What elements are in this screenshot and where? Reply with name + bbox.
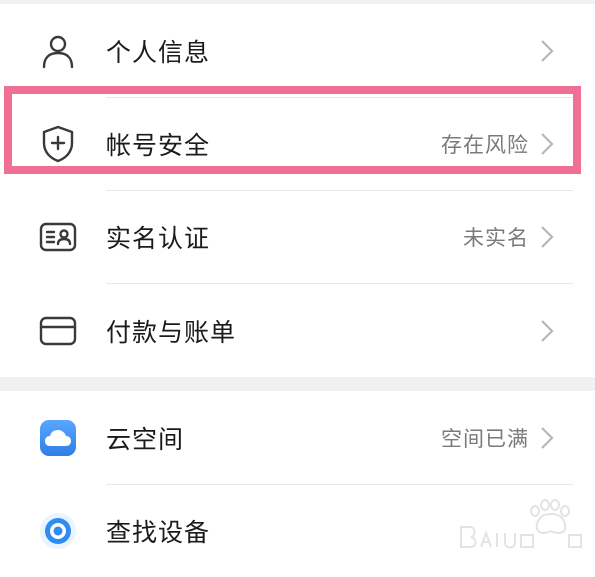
chevron-right-icon <box>541 225 554 248</box>
chevron-right-icon <box>541 39 554 62</box>
menu-item-label: 实名认证 <box>106 223 211 253</box>
cloud-app-icon <box>38 418 78 458</box>
menu-item-label: 个人信息 <box>106 37 211 67</box>
menu-item-account-security[interactable]: 帐号安全 存在风险 <box>0 97 595 190</box>
chevron-right-icon <box>541 426 554 449</box>
menu-item-label: 查找设备 <box>106 517 211 547</box>
id-card-icon <box>38 217 78 257</box>
group-separator <box>0 377 595 391</box>
menu-item-label: 云空间 <box>106 424 185 454</box>
find-device-app-icon <box>38 511 78 551</box>
baidu-watermark-icon <box>460 499 582 549</box>
card-icon <box>38 311 78 351</box>
menu-item-label: 付款与账单 <box>106 317 237 347</box>
menu-item-payment-billing[interactable]: 付款与账单 <box>0 284 595 377</box>
chevron-right-icon <box>541 132 554 155</box>
person-icon <box>38 31 78 71</box>
chevron-right-icon <box>541 319 554 342</box>
status-text: 空间已满 <box>441 426 529 451</box>
status-text: 存在风险 <box>441 132 529 157</box>
menu-item-cloud-space[interactable]: 云空间 空间已满 <box>0 391 595 484</box>
status-text: 未实名 <box>463 225 529 250</box>
menu-item-personal-info[interactable]: 个人信息 <box>0 4 595 97</box>
menu-item-label: 帐号安全 <box>106 130 211 160</box>
menu-item-real-name-verification[interactable]: 实名认证 未实名 <box>0 190 595 283</box>
shield-plus-icon <box>38 124 78 164</box>
